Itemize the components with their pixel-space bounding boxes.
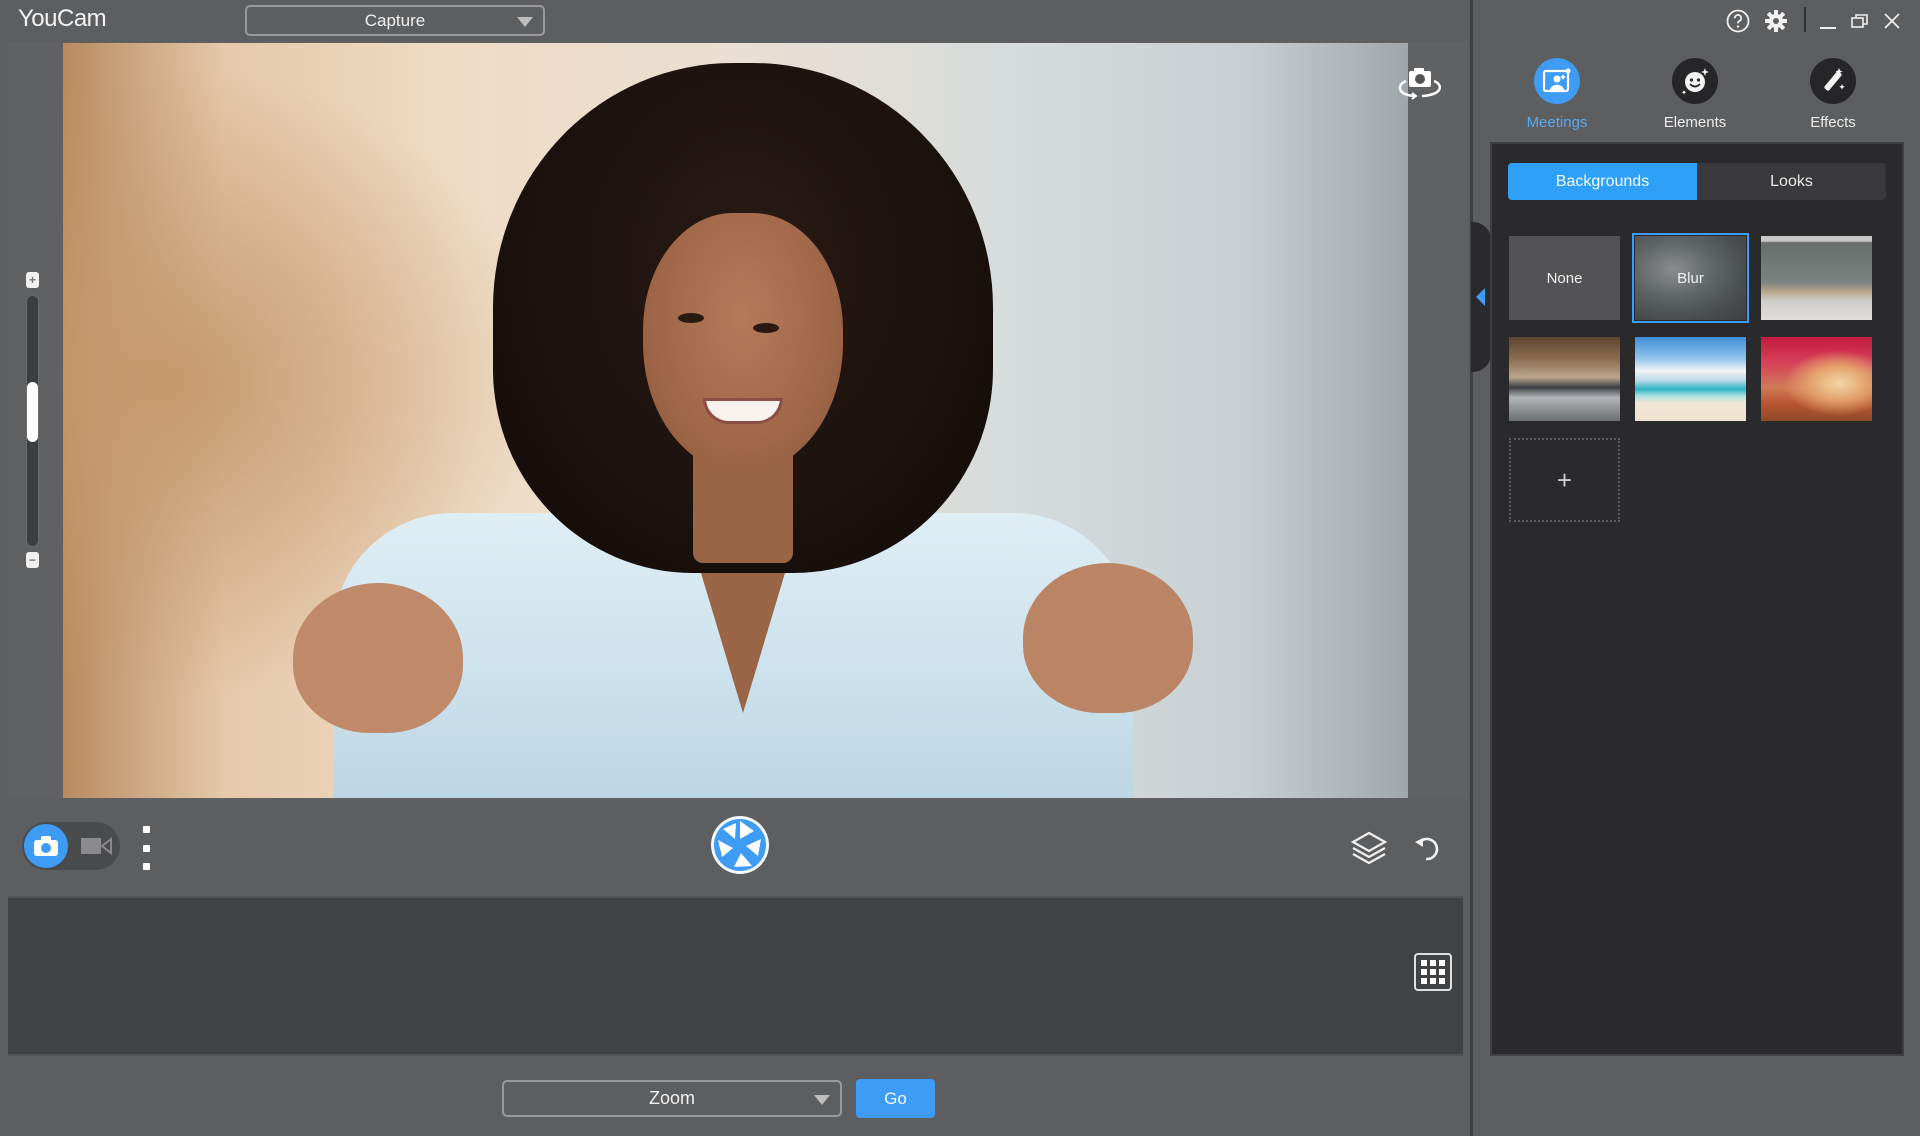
more-options-button[interactable] (140, 826, 152, 870)
nav-effects[interactable]: Effects (1778, 58, 1888, 138)
meeting-app-dropdown-value: Zoom (648, 1088, 695, 1108)
window-controls-separator (1804, 7, 1806, 32)
background-option-blur[interactable]: Blur (1632, 233, 1749, 323)
nav-elements-label: Elements (1663, 114, 1727, 131)
preview-hand-left (293, 583, 463, 733)
minimize-icon (1820, 27, 1836, 29)
background-option-office[interactable] (1509, 337, 1620, 421)
background-option-autumn-forest[interactable] (1761, 337, 1872, 421)
elements-icon (1672, 58, 1718, 104)
plus-icon: + (1556, 464, 1573, 495)
panel-tabs: Backgrounds Looks (1508, 163, 1886, 200)
nav-elements[interactable]: Elements (1640, 58, 1750, 138)
shutter-button[interactable] (710, 815, 770, 875)
panel-divider (1470, 0, 1473, 1136)
add-background-button[interactable]: + (1509, 438, 1620, 522)
zoom-out-button[interactable]: − (26, 552, 39, 568)
captured-thumbnails-strip (8, 896, 1463, 1056)
go-button[interactable]: Go (856, 1079, 935, 1118)
tab-looks[interactable]: Looks (1697, 163, 1886, 200)
chevron-down-icon (517, 16, 533, 27)
background-option-none[interactable]: None (1509, 236, 1620, 320)
zoom-in-button[interactable]: + (26, 272, 39, 288)
restore-button[interactable] (1848, 8, 1872, 34)
preview-face (643, 213, 843, 473)
dot (142, 863, 150, 870)
chevron-down-icon (814, 1094, 830, 1105)
nav-meetings-label: Meetings (1526, 114, 1588, 131)
minimize-button[interactable] (1816, 8, 1840, 34)
app-title: YouCam (18, 5, 107, 32)
nav-meetings[interactable]: Meetings (1502, 58, 1612, 138)
preview-hand-right (1023, 563, 1193, 713)
nav-effects-label: Effects (1810, 114, 1856, 131)
background-option-beach[interactable] (1635, 337, 1746, 421)
preview-eye-left (678, 313, 704, 323)
close-icon (1884, 13, 1900, 29)
restore-icon (1851, 14, 1868, 28)
close-button[interactable] (1880, 8, 1904, 34)
preview-eye-right (753, 323, 779, 333)
background-option-label: None (1546, 269, 1583, 287)
photo-mode-button[interactable] (24, 824, 68, 868)
background-option-label: Blur (1677, 269, 1704, 287)
meeting-app-dropdown[interactable]: Zoom (502, 1080, 842, 1117)
camera-preview (63, 43, 1408, 798)
video-mode-button[interactable] (80, 836, 114, 856)
dot (142, 844, 150, 852)
chevron-left-icon (1476, 288, 1485, 306)
help-button[interactable] (1724, 8, 1752, 34)
grid-view-icon[interactable] (1414, 953, 1452, 991)
help-icon (1726, 9, 1750, 33)
camera-switch-icon[interactable] (1392, 65, 1448, 105)
gear-icon (1765, 10, 1787, 32)
tab-backgrounds[interactable]: Backgrounds (1508, 163, 1697, 200)
undo-icon[interactable] (1412, 832, 1444, 864)
dot (142, 826, 150, 833)
mode-dropdown-value: Capture (364, 10, 426, 30)
meetings-icon (1534, 58, 1580, 104)
camera-icon (34, 836, 58, 856)
mode-dropdown[interactable]: Capture (245, 5, 545, 36)
layers-icon[interactable] (1350, 830, 1388, 866)
effects-icon (1810, 58, 1856, 104)
video-camera-icon (81, 836, 112, 856)
settings-button[interactable] (1761, 8, 1791, 34)
zoom-slider-thumb[interactable] (27, 381, 38, 442)
background-option-living-room[interactable] (1761, 236, 1872, 320)
shutter-icon (711, 816, 769, 874)
